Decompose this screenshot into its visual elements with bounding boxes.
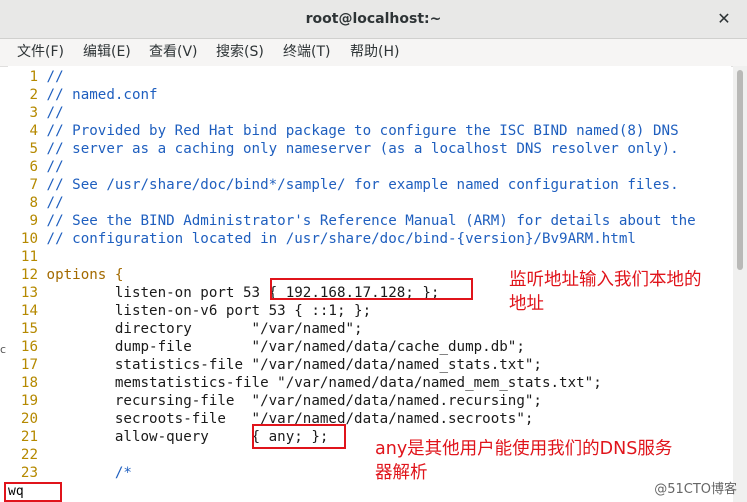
code-line: 17 statistics-file "/var/named/data/name…: [8, 356, 542, 374]
line-number: 4: [29, 123, 38, 139]
annotation-listen-address: 监听地址输入我们本地的 地址: [509, 270, 702, 314]
code-text: directory "/var/named";: [38, 321, 363, 337]
line-number: 20: [20, 411, 38, 427]
line-number: 13: [20, 285, 38, 301]
line-number: 6: [29, 159, 38, 175]
code-line: 11: [8, 248, 47, 266]
line-number: 10: [20, 231, 38, 247]
scroll-thumb[interactable]: [737, 70, 743, 270]
code-text: // server as a caching only nameserver (…: [38, 141, 679, 157]
code-line: 8 //: [8, 194, 64, 212]
menu-help[interactable]: 帮助(H): [350, 39, 399, 66]
code-line: 7 // See /usr/share/doc/bind*/sample/ fo…: [8, 176, 679, 194]
code-text: // named.conf: [38, 87, 158, 103]
code-line: 18 memstatistics-file "/var/named/data/n…: [8, 374, 602, 392]
code-line: 22: [8, 446, 47, 464]
line-number: 23: [20, 465, 38, 481]
line-number: 5: [29, 141, 38, 157]
line-number: 17: [20, 357, 38, 373]
code-text: listen-on-v6 port 53 { ::1; };: [38, 303, 372, 319]
line-number: 22: [20, 447, 38, 463]
code-text: options {: [38, 267, 124, 283]
title-bar: root@localhost:~ ✕: [0, 0, 747, 39]
line-number: 7: [29, 177, 38, 193]
watermark: @51CTO博客: [654, 482, 737, 497]
code-line: 10 // configuration located in /usr/shar…: [8, 230, 636, 248]
menu-bar: 文件(F) 编辑(E) 查看(V) 搜索(S) 终端(T) 帮助(H): [0, 39, 747, 67]
line-number: 2: [29, 87, 38, 103]
code-line: 4 // Provided by Red Hat bind package to…: [8, 122, 679, 140]
code-line: 23 /*: [8, 464, 132, 482]
code-text: //: [38, 105, 64, 121]
code-line: 5 // server as a caching only nameserver…: [8, 140, 679, 158]
menu-terminal[interactable]: 终端(T): [283, 39, 330, 66]
code-text: // See the BIND Administrator's Referenc…: [38, 213, 696, 229]
window-title: root@localhost:~: [305, 11, 442, 27]
menu-search[interactable]: 搜索(S): [216, 39, 264, 66]
code-line: 1 //: [8, 68, 64, 86]
code-text: // Provided by Red Hat bind package to c…: [38, 123, 679, 139]
code-line: 16 dump-file "/var/named/data/cache_dump…: [8, 338, 525, 356]
highlight-box-command: [4, 482, 62, 502]
code-text: // configuration located in /usr/share/d…: [38, 231, 636, 247]
code-text: recursing-file "/var/named/data/named.re…: [38, 393, 542, 409]
line-number: 1: [29, 69, 38, 85]
code-line: 12 options {: [8, 266, 124, 284]
code-text: /*: [38, 465, 132, 481]
close-icon[interactable]: ✕: [715, 10, 733, 28]
line-number: 8: [29, 195, 38, 211]
line-number: 15: [20, 321, 38, 337]
code-line: 3 //: [8, 104, 64, 122]
edge-mark: c: [0, 343, 7, 356]
code-line: 15 directory "/var/named";: [8, 320, 363, 338]
line-number: 11: [20, 249, 38, 265]
line-number: 19: [20, 393, 38, 409]
line-number: 14: [20, 303, 38, 319]
code-text: memstatistics-file "/var/named/data/name…: [38, 375, 602, 391]
line-number: 18: [20, 375, 38, 391]
code-text: statistics-file "/var/named/data/named_s…: [38, 357, 542, 373]
menu-view[interactable]: 查看(V): [149, 39, 198, 66]
code-text: dump-file "/var/named/data/cache_dump.db…: [38, 339, 525, 355]
code-line: 2 // named.conf: [8, 86, 158, 104]
menu-edit[interactable]: 编辑(E): [83, 39, 131, 66]
highlight-box-listen-on: [270, 278, 473, 300]
code-line: 9 // See the BIND Administrator's Refere…: [8, 212, 696, 230]
line-number: 12: [20, 267, 38, 283]
highlight-box-allow-query: [252, 424, 346, 449]
code-line: 19 recursing-file "/var/named/data/named…: [8, 392, 542, 410]
code-text: //: [38, 69, 64, 85]
code-text: //: [38, 159, 64, 175]
line-number: 21: [20, 429, 38, 445]
menu-file[interactable]: 文件(F): [17, 39, 64, 66]
line-number: 9: [29, 213, 38, 229]
line-number: 3: [29, 105, 38, 121]
code-text: // See /usr/share/doc/bind*/sample/ for …: [38, 177, 679, 193]
code-text: //: [38, 195, 64, 211]
code-line: 6 //: [8, 158, 64, 176]
line-number: 16: [20, 339, 38, 355]
code-line: 14 listen-on-v6 port 53 { ::1; };: [8, 302, 371, 320]
